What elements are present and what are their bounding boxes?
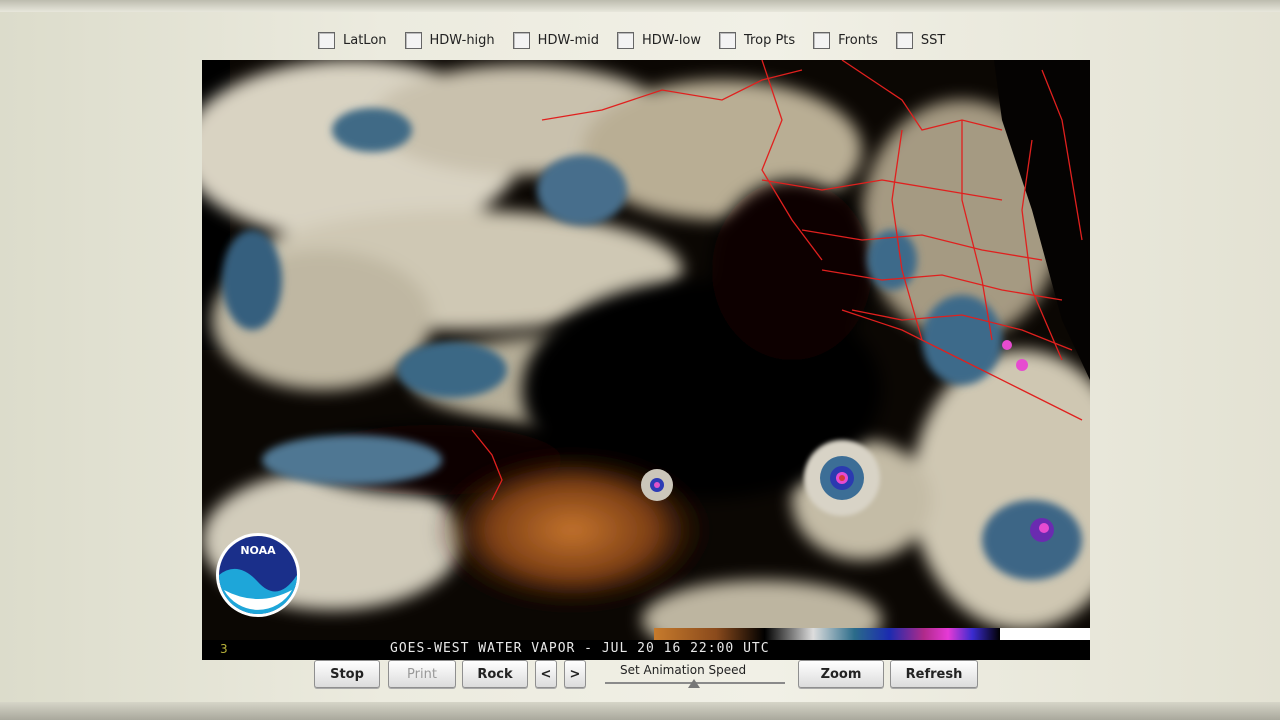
rock-button[interactable]: Rock — [462, 660, 528, 688]
option-sst[interactable]: SST — [895, 31, 946, 49]
option-label: HDW-low — [642, 32, 702, 48]
option-label: HDW-high — [429, 32, 495, 48]
option-label: Fronts — [838, 32, 878, 48]
animation-controls: Stop Print Rock < > Set Animation Speed … — [312, 660, 982, 688]
option-label: HDW-mid — [537, 32, 600, 48]
option-hdw-high[interactable]: HDW-high — [404, 31, 495, 49]
option-label: LatLon — [343, 32, 387, 48]
image-caption: GOES-WEST WATER VAPOR - JUL 20 16 22:00 … — [390, 641, 770, 656]
latlon-checkbox[interactable] — [318, 31, 335, 49]
stop-button[interactable]: Stop — [314, 660, 380, 688]
animation-speed-label: Set Animation Speed — [620, 663, 747, 677]
fronts-checkbox[interactable] — [813, 31, 831, 49]
zoom-button[interactable]: Zoom — [798, 660, 884, 688]
color-scale-end — [1000, 628, 1090, 640]
color-scale-bar — [654, 628, 1000, 640]
hdw-mid-checkbox[interactable] — [512, 31, 530, 49]
water-vapor-imagery: NOAA — [202, 60, 1090, 658]
option-label: Trop Pts — [744, 32, 796, 48]
overlay-options: LatLon HDW-high HDW-mid HDW-low Trop Pts… — [318, 26, 978, 54]
option-hdw-mid[interactable]: HDW-mid — [512, 31, 600, 49]
screen-bottom-edge — [0, 702, 1280, 720]
noaa-logo: NOAA — [216, 533, 300, 617]
satellite-image[interactable]: NOAA — [202, 60, 1090, 658]
next-frame-button[interactable]: > — [564, 660, 586, 688]
screen-top-edge — [0, 0, 1280, 12]
option-trop-pts[interactable]: Trop Pts — [719, 31, 796, 49]
prev-frame-button[interactable]: < — [535, 660, 557, 688]
frame-number: 3 — [220, 642, 228, 656]
trop-pts-checkbox[interactable] — [719, 31, 737, 49]
hdw-high-checkbox[interactable] — [404, 31, 422, 49]
hdw-low-checkbox[interactable] — [617, 31, 635, 49]
option-latlon[interactable]: LatLon — [318, 31, 387, 49]
print-button[interactable]: Print — [388, 660, 456, 688]
sst-checkbox[interactable] — [895, 31, 913, 49]
speed-slider-thumb[interactable] — [688, 679, 700, 688]
option-label: SST — [920, 32, 946, 48]
option-fronts[interactable]: Fronts — [813, 31, 878, 49]
refresh-button[interactable]: Refresh — [890, 660, 978, 688]
svg-text:NOAA: NOAA — [240, 544, 276, 557]
option-hdw-low[interactable]: HDW-low — [617, 31, 702, 49]
